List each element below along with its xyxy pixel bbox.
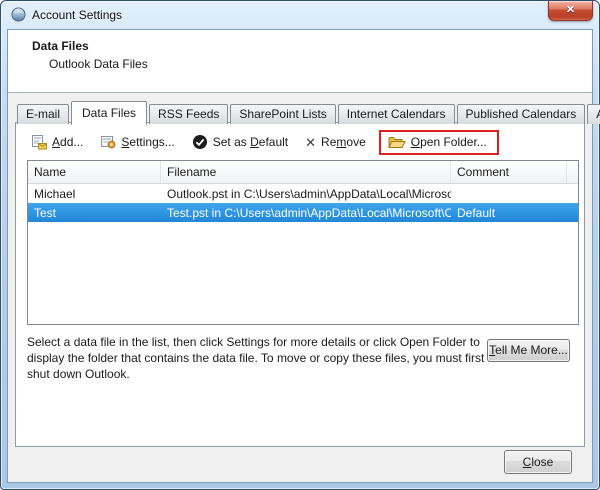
add-contact-icon <box>31 134 47 150</box>
settings-button-label: Settings... <box>121 135 174 149</box>
column-header-comment[interactable]: Comment <box>451 161 567 183</box>
data-files-tab-panel: Add... Settings... <box>15 122 585 447</box>
tab-email[interactable]: E-mail <box>17 104 69 124</box>
table-row-test-selected[interactable]: Test Test.pst in C:\Users\admin\AppData\… <box>28 203 578 222</box>
cell-name: Michael <box>28 187 161 201</box>
open-folder-button[interactable]: Open Folder... <box>384 133 491 152</box>
header-panel: Data Files Outlook Data Files <box>8 30 592 93</box>
tab-published-calendars[interactable]: Published Calendars <box>457 104 586 124</box>
close-window-button[interactable]: ✕ <box>548 1 593 21</box>
close-icon: ✕ <box>566 4 575 16</box>
dialog-body: Data Files Outlook Data Files E-mail Dat… <box>7 29 593 483</box>
window-title: Account Settings <box>32 8 122 22</box>
close-button[interactable]: Close <box>504 450 572 474</box>
set-as-default-button[interactable]: Set as Default <box>188 132 292 152</box>
checkmark-circle-icon <box>192 134 208 150</box>
tab-internet-calendars[interactable]: Internet Calendars <box>338 104 455 124</box>
help-text: Select a data file in the list, then cli… <box>27 334 489 382</box>
set-as-default-label: Set as Default <box>213 135 288 149</box>
open-folder-label: Open Folder... <box>411 135 487 149</box>
red-highlight-box: Open Folder... <box>379 130 499 155</box>
remove-button-label: Remove <box>321 135 366 149</box>
column-header-filename[interactable]: Filename <box>161 161 451 183</box>
data-files-table: Name Filename Comment Michael Outlook.ps… <box>27 160 579 325</box>
page-subtitle: Outlook Data Files <box>49 57 148 71</box>
app-icon <box>11 7 26 22</box>
page-title: Data Files <box>32 39 89 53</box>
tell-me-more-button[interactable]: Tell Me More... <box>487 339 570 362</box>
title-bar[interactable]: Account Settings ✕ <box>1 1 599 29</box>
add-button[interactable]: Add... <box>27 132 87 152</box>
settings-icon <box>100 134 116 150</box>
remove-x-icon: ✕ <box>305 136 316 149</box>
settings-button[interactable]: Settings... <box>96 132 178 152</box>
tab-sharepoint-lists[interactable]: SharePoint Lists <box>230 104 335 124</box>
cell-name: Test <box>28 206 161 220</box>
cell-comment: Default <box>451 206 567 220</box>
column-header-name[interactable]: Name <box>28 161 161 183</box>
toolbar: Add... Settings... <box>27 129 499 155</box>
account-settings-dialog: Account Settings ✕ Data Files Outlook Da… <box>0 0 600 490</box>
tab-data-files[interactable]: Data Files <box>71 101 147 125</box>
remove-button[interactable]: ✕ Remove <box>301 133 370 151</box>
open-folder-icon <box>388 135 406 150</box>
tab-address-books[interactable]: Address Books <box>587 104 600 124</box>
cell-filename: Outlook.pst in C:\Users\admin\AppData\Lo… <box>161 187 451 201</box>
table-row-michael[interactable]: Michael Outlook.pst in C:\Users\admin\Ap… <box>28 184 578 203</box>
tab-strip: E-mail Data Files RSS Feeds SharePoint L… <box>17 101 600 124</box>
tab-rss-feeds[interactable]: RSS Feeds <box>149 104 228 124</box>
table-header: Name Filename Comment <box>28 161 578 184</box>
cell-filename: Test.pst in C:\Users\admin\AppData\Local… <box>161 206 451 220</box>
add-button-label: Add... <box>52 135 83 149</box>
column-header-filler <box>567 161 578 183</box>
